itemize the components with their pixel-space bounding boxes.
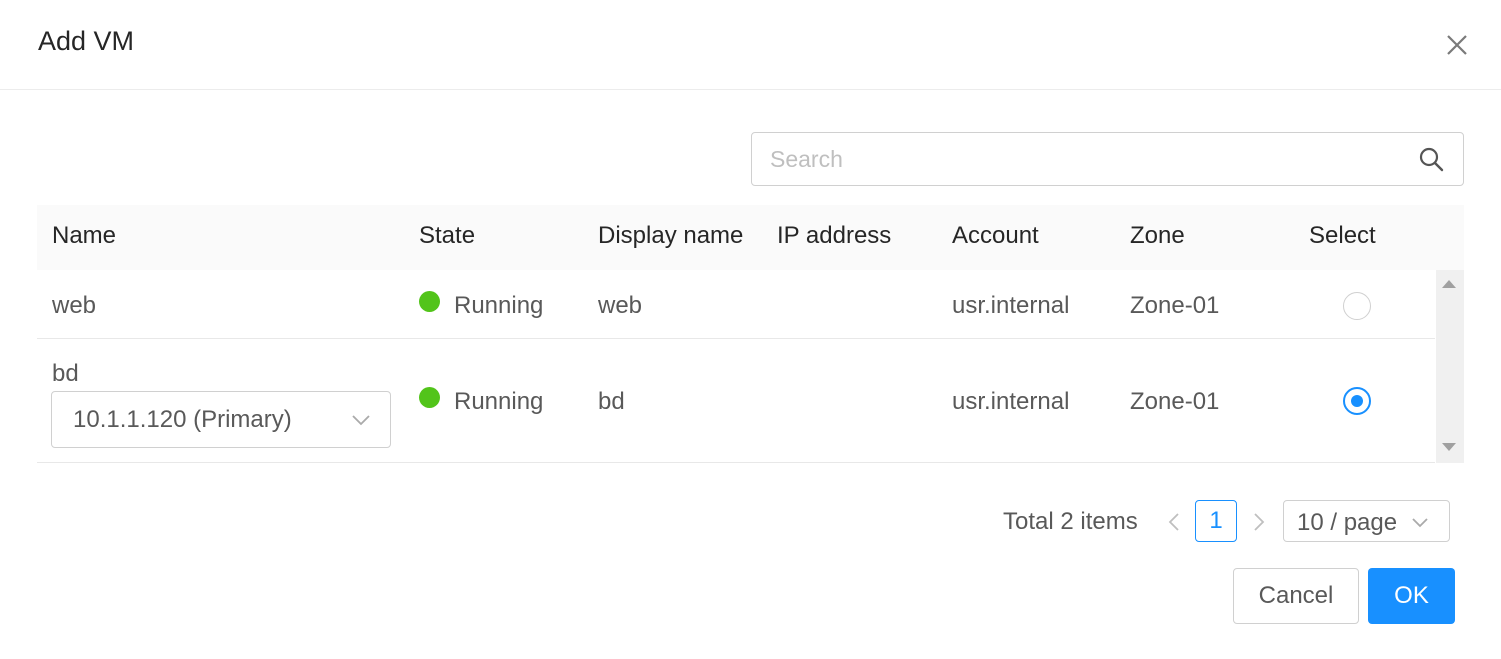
pagination-page-1[interactable]: 1 <box>1195 500 1237 542</box>
column-header-zone[interactable]: Zone <box>1130 222 1185 250</box>
running-status-dot-icon <box>419 291 440 312</box>
dialog-title: Add VM <box>38 26 135 56</box>
row-name: bd <box>52 360 79 387</box>
nic-select-dropdown[interactable]: 10.1.1.120 (Primary) <box>51 391 391 448</box>
page-size-select[interactable]: 10 / page <box>1283 500 1450 542</box>
column-header-select: Select <box>1309 222 1376 249</box>
row-account: usr.internal <box>952 388 1070 415</box>
chevron-left-icon[interactable] <box>1164 510 1184 534</box>
column-header-display-name[interactable]: Display name <box>598 222 743 250</box>
pagination-total: Total 2 items <box>1003 508 1138 535</box>
column-header-ip-address[interactable]: IP address <box>777 222 891 250</box>
column-header-account[interactable]: Account <box>952 222 1039 250</box>
row-account: usr.internal <box>952 292 1070 319</box>
cancel-button[interactable]: Cancel <box>1233 568 1359 624</box>
search-icon[interactable] <box>1418 146 1444 172</box>
scroll-down-arrow-icon[interactable] <box>1442 443 1456 451</box>
nic-select-value: 10.1.1.120 (Primary) <box>73 406 292 433</box>
row-divider <box>37 338 1435 339</box>
dialog-header: Add VM <box>0 0 1501 90</box>
search-field[interactable] <box>751 132 1464 186</box>
row-name: web <box>52 292 97 319</box>
row-select-radio[interactable] <box>1343 387 1371 415</box>
row-display-name: web <box>598 292 643 319</box>
chevron-down-icon <box>1412 518 1428 528</box>
ok-button[interactable]: OK <box>1368 568 1455 624</box>
search-input[interactable] <box>770 143 1410 175</box>
row-zone: Zone-01 <box>1130 292 1220 319</box>
row-zone: Zone-01 <box>1130 388 1220 415</box>
row-select-radio[interactable] <box>1343 292 1371 320</box>
column-header-state[interactable]: State <box>419 222 475 250</box>
close-icon[interactable] <box>1440 28 1474 62</box>
table-header <box>37 205 1464 270</box>
row-state: Running <box>454 292 544 319</box>
table-scrollbar[interactable] <box>1436 270 1464 463</box>
running-status-dot-icon <box>419 387 440 408</box>
chevron-right-icon[interactable] <box>1249 510 1269 534</box>
column-header-name[interactable]: Name <box>52 222 116 250</box>
page-size-value: 10 / page <box>1297 509 1398 536</box>
row-divider <box>37 462 1435 463</box>
scroll-up-arrow-icon[interactable] <box>1442 280 1456 288</box>
chevron-down-icon <box>352 415 370 426</box>
row-state: Running <box>454 388 544 415</box>
row-display-name: bd <box>598 388 625 415</box>
